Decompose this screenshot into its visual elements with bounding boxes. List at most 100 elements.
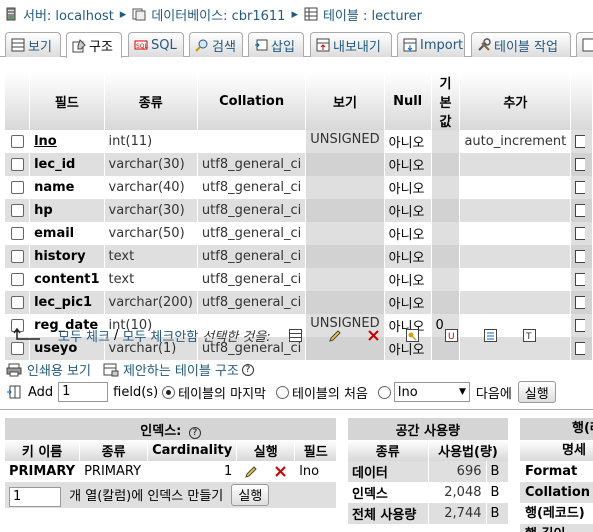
browse-distinct-icon[interactable] (575, 250, 586, 263)
propose-structure-link[interactable]: 제안하는 테이블 구조 (123, 360, 239, 379)
search-icon (195, 38, 209, 52)
index-header-action: 실행 (236, 440, 296, 461)
space-unit: B (486, 461, 509, 482)
edit-selected-icon[interactable] (328, 329, 341, 342)
browse-distinct-icon[interactable] (575, 135, 586, 148)
field-extra (459, 268, 572, 291)
tab-search[interactable]: 검색 (189, 32, 243, 57)
row-checkbox[interactable] (10, 135, 24, 148)
field-name[interactable]: history (34, 249, 85, 264)
row-stats-header: 명세 (520, 440, 593, 461)
tab-export[interactable]: 내보내기 (310, 32, 392, 57)
after-field-select[interactable]: lno ▼ (393, 382, 470, 402)
browse-distinct-icon[interactable] (575, 296, 586, 309)
after-field-radio[interactable] (377, 385, 391, 399)
row-checkbox[interactable] (10, 273, 24, 286)
tab-operations[interactable]: 테이블 작업 (471, 32, 571, 57)
print-view-link[interactable]: 인쇄용 보기 (27, 360, 91, 379)
breadcrumb-server[interactable]: 서버: localhost (23, 5, 114, 24)
field-name[interactable]: name (34, 180, 74, 195)
row-checkbox-cell (5, 176, 31, 199)
row-checkbox[interactable] (10, 204, 24, 217)
field-name[interactable]: lno (34, 134, 57, 149)
chevron-down-icon: ▼ (458, 387, 466, 397)
tab-sql[interactable]: SQL SQL (128, 32, 184, 57)
uncheck-all-link[interactable]: 모두 체크안함 (122, 326, 198, 345)
browse-distinct-icon[interactable] (575, 181, 586, 194)
delete-icon[interactable] (274, 465, 287, 478)
tab-insert[interactable]: 삽입 (248, 32, 304, 57)
tab-browse[interactable]: 보기 (5, 32, 61, 57)
field-default (431, 268, 461, 291)
field-name[interactable]: email (34, 226, 74, 241)
row-checkbox[interactable] (10, 227, 24, 240)
browse-distinct-icon[interactable] (575, 204, 586, 217)
index-type: PRIMARY (79, 461, 149, 482)
field-attributes (305, 268, 385, 291)
browse-distinct-icon[interactable] (575, 158, 586, 171)
breadcrumb-separator: ▸ (291, 6, 298, 22)
row-stats-panel: 행(레 명세 Format Collation 행(레코드) 행 길이 (520, 418, 593, 532)
field-actions-cell (570, 337, 593, 360)
browse-distinct-icon[interactable] (575, 273, 586, 286)
field-type: varchar(40) (104, 176, 198, 199)
field-name-cell: content1 (29, 268, 105, 291)
help-icon[interactable]: ? (188, 426, 201, 439)
space-label: 인덱스 (348, 482, 429, 503)
header-type: 종류 (104, 73, 198, 130)
at-end-radio[interactable] (162, 385, 176, 399)
create-index-button[interactable]: 실행 (231, 483, 270, 506)
field-default (431, 153, 461, 176)
browse-distinct-icon[interactable] (575, 319, 586, 332)
edit-icon[interactable] (244, 465, 258, 479)
browse-distinct-icon[interactable] (575, 227, 586, 240)
create-index-count-input[interactable]: 1 (9, 486, 61, 507)
at-end-label: 테이블의 마지막 (178, 386, 266, 402)
index-header-type: 종류 (79, 440, 149, 461)
insert-icon (254, 38, 268, 52)
tab-more[interactable] (576, 32, 593, 57)
field-collation: utf8_general_ci (197, 222, 307, 245)
database-icon (132, 7, 146, 21)
row-checkbox[interactable] (10, 181, 24, 194)
unique-icon[interactable]: U (444, 328, 458, 342)
field-null: 아니오 (384, 222, 432, 245)
field-count-input[interactable]: 1 (58, 382, 109, 402)
add-field-execute-button[interactable]: 실행 (517, 381, 556, 403)
field-default (431, 130, 461, 153)
browse-selected-icon[interactable] (288, 328, 302, 342)
row-checkbox[interactable] (10, 158, 24, 171)
breadcrumb-database[interactable]: 데이터베이스: cbr1611 (151, 5, 285, 24)
browse-distinct-icon[interactable] (575, 342, 586, 355)
index-icon[interactable] (483, 328, 497, 342)
tab-import[interactable]: Import (397, 32, 465, 57)
row-checkbox[interactable] (10, 250, 24, 263)
delete-selected-icon[interactable] (367, 329, 380, 342)
with-selected-label: 선택한 것을: (202, 329, 271, 345)
check-all-link[interactable]: 모두 체크 (58, 326, 110, 345)
breadcrumb-table[interactable]: 테이블 : lecturer (323, 5, 422, 24)
field-extra (459, 222, 572, 245)
field-null: 아니오 (384, 291, 432, 314)
field-name[interactable]: content1 (34, 272, 99, 287)
space-label: 전체 사용량 (348, 503, 429, 524)
after-field-value: lno (397, 384, 418, 400)
field-extra (459, 199, 572, 222)
field-name[interactable]: lec_pic1 (34, 295, 92, 310)
field-attributes (305, 222, 385, 245)
row-stats-item: 행 길이 (520, 524, 593, 532)
field-type: varchar(50) (104, 222, 198, 245)
primary-key-icon[interactable] (405, 328, 419, 342)
row-checkbox[interactable] (10, 296, 24, 309)
fulltext-icon[interactable]: T (522, 328, 536, 342)
field-collation: utf8_general_ci (197, 245, 307, 268)
field-default (431, 176, 461, 199)
at-beginning-radio[interactable] (276, 385, 289, 399)
help-icon[interactable]: ? (241, 363, 254, 376)
server-icon (4, 7, 18, 21)
field-name[interactable]: hp (34, 203, 53, 218)
sql-icon: SQL (134, 38, 149, 52)
field-name[interactable]: lec_id (34, 157, 75, 172)
space-usage-row: 데이터 696 B (348, 461, 509, 482)
tab-structure[interactable]: 구조 (66, 32, 122, 58)
